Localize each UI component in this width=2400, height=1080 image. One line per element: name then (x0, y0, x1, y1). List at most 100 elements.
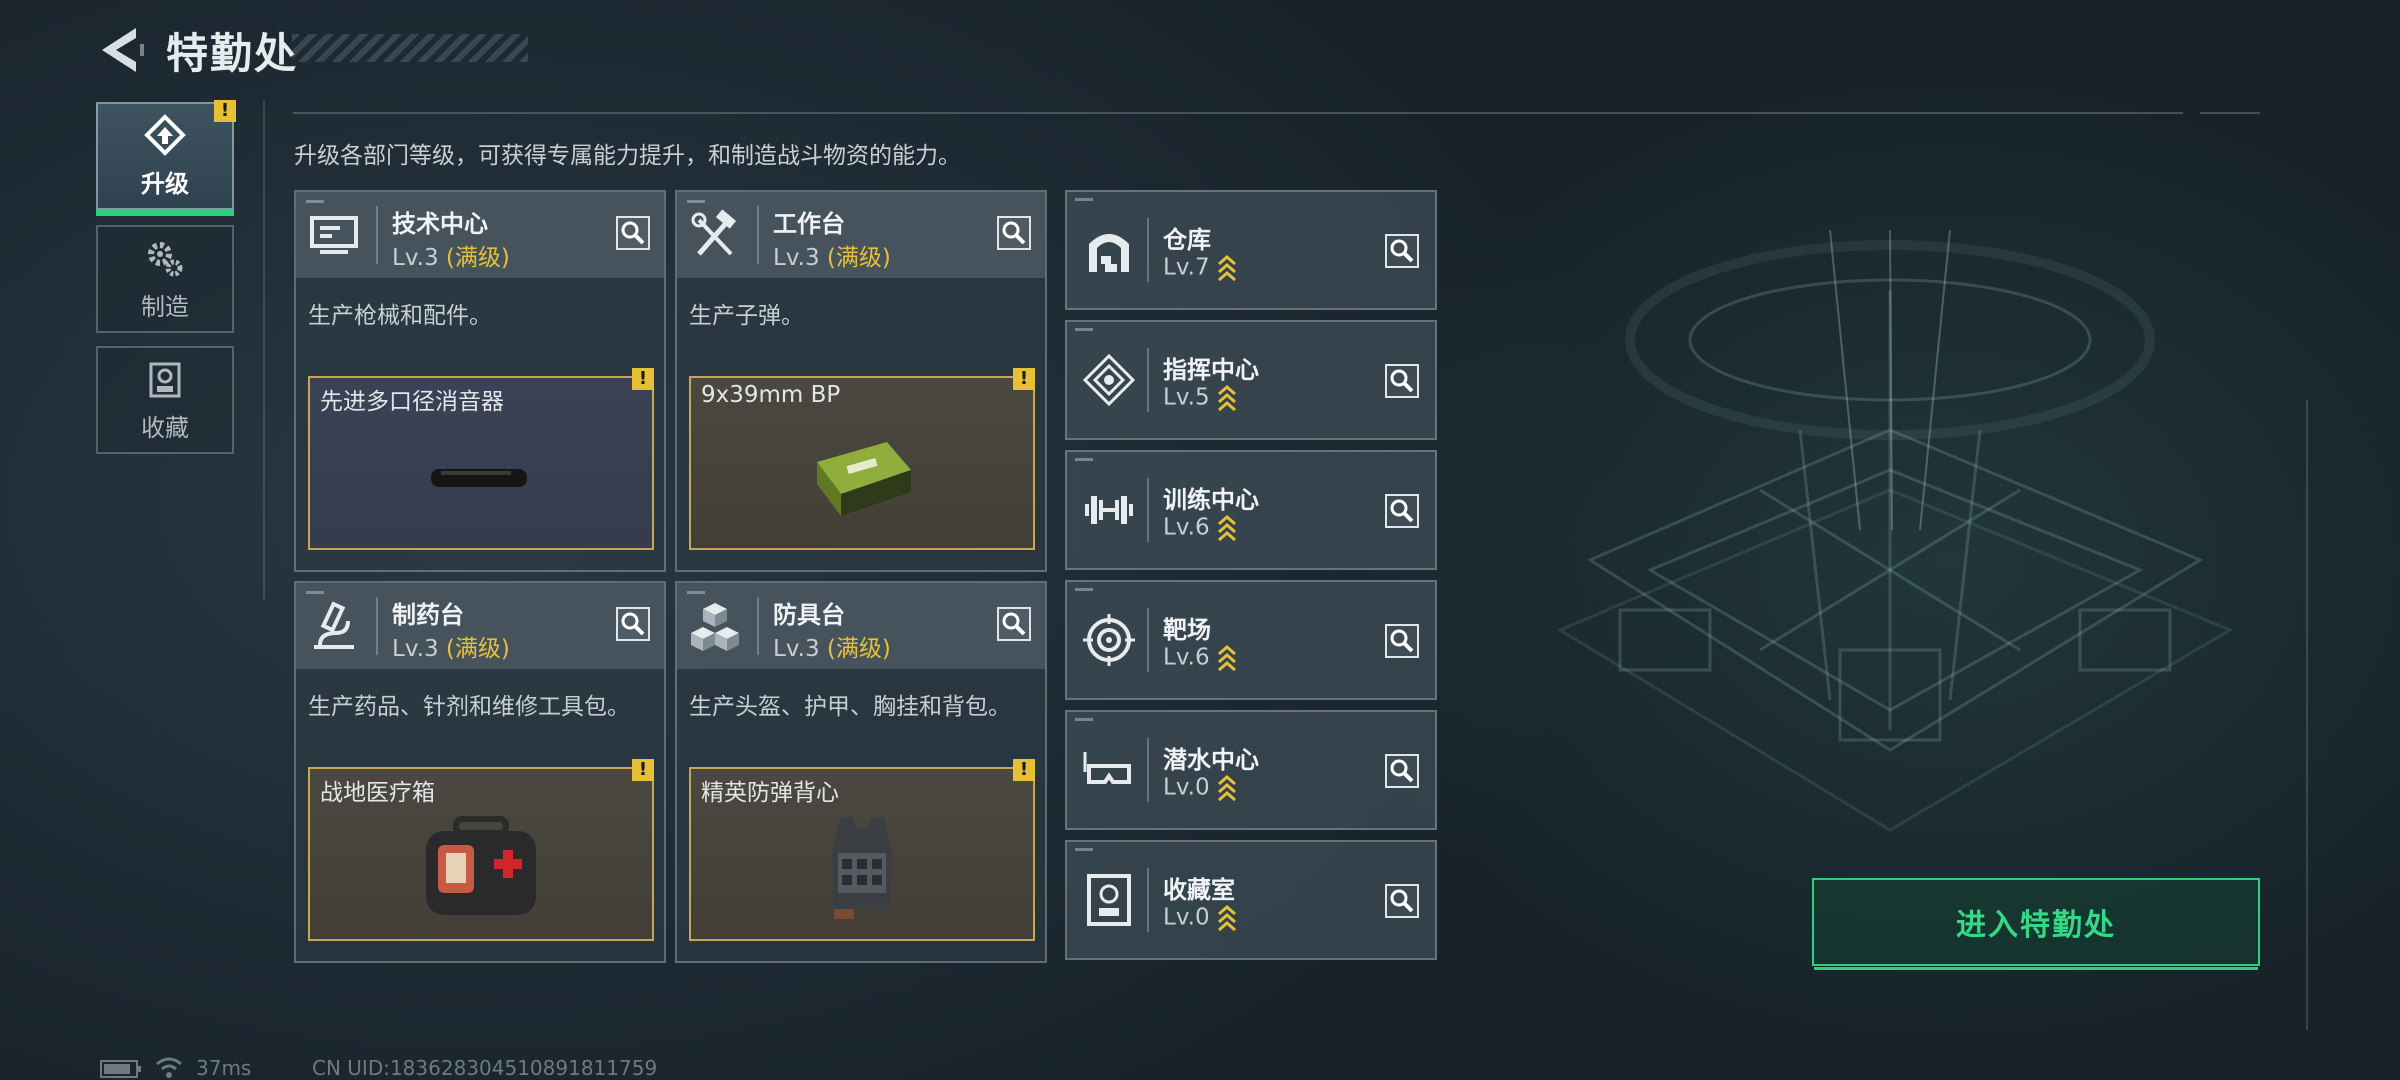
search-icon (1390, 239, 1414, 263)
rank-chevron-icon (1217, 515, 1236, 542)
trophy-icon (149, 362, 181, 397)
rank-chevron-icon (1217, 775, 1236, 802)
facility-name: 靶场 (1163, 616, 1211, 644)
facility-level: Lv.6 (1163, 644, 1238, 672)
search-icon (621, 221, 645, 245)
alert-badge: ! (632, 368, 654, 390)
warehouse-icon (1089, 234, 1129, 272)
gears-icon (148, 241, 183, 276)
ping-readout: 37ms (196, 1056, 252, 1080)
alert-badge: ! (1013, 368, 1035, 390)
microscope-icon (314, 601, 354, 649)
search-button[interactable] (616, 216, 650, 250)
tab-upgrade-label: 升级 (141, 169, 189, 198)
page-description: 升级各部门等级，可获得专属能力提升，和制造战斗物资的能力。 (294, 143, 961, 169)
product-slot[interactable]: 战地医疗箱 ! (308, 759, 654, 941)
facility-name: 仓库 (1163, 226, 1211, 254)
alert-badge: ! (632, 759, 654, 781)
enter-facility-button[interactable]: 进入特勤处 (1812, 878, 2260, 970)
cubes-icon (691, 603, 739, 651)
card-description: 生产头盔、护甲、胸挂和背包。 (689, 694, 1011, 720)
card-header: 工作台 Lv.3 (满级) (677, 192, 1045, 278)
facility-diving-center[interactable]: 潜水中心 Lv.0 (1065, 710, 1437, 830)
card-level: Lv.3 (满级) (773, 245, 891, 271)
search-icon (1002, 221, 1026, 245)
tab-craft-label: 制造 (141, 292, 189, 321)
battery-icon (100, 1060, 141, 1078)
facility-level: Lv.0 (1163, 904, 1238, 932)
facility-card-tech-center[interactable]: 技术中心 Lv.3 (满级) 生产枪械和配件。 先进多口径消音器 ! (294, 190, 666, 572)
wifi-icon (156, 1057, 182, 1078)
header-divider-end (2200, 112, 2260, 114)
search-icon (1002, 612, 1026, 636)
product-slot[interactable]: 精英防弹背心 ! (689, 759, 1035, 941)
search-button[interactable] (1385, 494, 1419, 528)
search-button[interactable] (1385, 364, 1419, 398)
search-icon (1390, 369, 1414, 393)
facility-name: 训练中心 (1163, 486, 1259, 514)
title-decoration (292, 34, 528, 62)
facility-collection-room[interactable]: 收藏室 Lv.0 (1065, 840, 1437, 960)
command-emblem-icon (1082, 353, 1136, 407)
card-header: 技术中心 Lv.3 (满级) (296, 192, 664, 278)
card-title: 防具台 (773, 601, 845, 629)
facility-card-workbench[interactable]: 工作台 Lv.3 (满级) 生产子弹。 9x39mm BP ! (675, 190, 1047, 572)
facility-card-pharmacy[interactable]: 制药台 Lv.3 (满级) 生产药品、针剂和维修工具包。 战地医疗箱 ! (294, 581, 666, 963)
base-hologram (1556, 230, 2234, 832)
facility-training-center[interactable]: 训练中心 Lv.6 (1065, 450, 1437, 570)
search-icon (621, 612, 645, 636)
tab-collection-label: 收藏 (141, 413, 189, 442)
facility-name: 潜水中心 (1163, 746, 1259, 774)
search-icon (1390, 889, 1414, 913)
tab-craft[interactable]: 制造 (96, 225, 234, 333)
card-title: 制药台 (392, 601, 464, 629)
card-description: 生产药品、针剂和维修工具包。 (308, 694, 630, 720)
tab-collection[interactable]: 收藏 (96, 346, 234, 454)
nav-divider (263, 100, 265, 600)
product-slot[interactable]: 先进多口径消音器 ! (308, 368, 654, 550)
card-title: 工作台 (773, 210, 845, 238)
tab-upgrade[interactable]: 升级 ! (96, 100, 236, 216)
card-header: 防具台 Lv.3 (满级) (677, 583, 1045, 669)
product-name: 先进多口径消音器 (320, 389, 504, 415)
card-level: Lv.3 (满级) (392, 636, 510, 662)
search-button[interactable] (616, 607, 650, 641)
card-title: 技术中心 (392, 210, 488, 238)
search-icon (1390, 499, 1414, 523)
search-button[interactable] (1385, 234, 1419, 268)
page-title: 特勤处 (166, 29, 299, 78)
product-name: 9x39mm BP (701, 382, 841, 408)
facility-command-center[interactable]: 指挥中心 Lv.5 (1065, 320, 1437, 440)
search-button[interactable] (1385, 884, 1419, 918)
search-button[interactable] (997, 216, 1031, 250)
card-description: 生产枪械和配件。 (308, 303, 492, 329)
search-button[interactable] (1385, 624, 1419, 658)
rank-chevron-icon (1217, 385, 1236, 412)
vest-image (832, 816, 892, 919)
search-button[interactable] (997, 607, 1031, 641)
search-icon (1390, 759, 1414, 783)
rank-chevron-icon (1217, 645, 1236, 672)
facility-card-armor-bench[interactable]: 防具台 Lv.3 (满级) 生产头盔、护甲、胸挂和背包。 精英防弹背心 ! (675, 581, 1047, 963)
suppressor-image (431, 468, 527, 487)
product-name: 战地医疗箱 (320, 780, 435, 806)
header-divider (293, 112, 2183, 114)
facility-name: 指挥中心 (1163, 356, 1259, 384)
search-button[interactable] (1385, 754, 1419, 788)
uid-label: CN UID:183628304510891811759 (312, 1056, 658, 1080)
diving-mask-icon (1083, 752, 1131, 784)
product-slot[interactable]: 9x39mm BP ! (689, 368, 1035, 550)
card-level: Lv.3 (满级) (392, 245, 510, 271)
collection-icon (1087, 874, 1131, 926)
facility-shooting-range[interactable]: 靶场 Lv.6 (1065, 580, 1437, 700)
dumbbell-icon (1085, 496, 1133, 524)
facility-level: Lv.5 (1163, 384, 1238, 412)
back-arrow-icon[interactable] (96, 24, 148, 76)
card-level: Lv.3 (满级) (773, 636, 891, 662)
facility-warehouse[interactable]: 仓库 Lv.7 (1065, 190, 1437, 310)
facility-level: Lv.0 (1163, 774, 1238, 802)
monitor-icon (310, 216, 358, 254)
rank-chevron-icon (1217, 905, 1236, 932)
card-header: 制药台 Lv.3 (满级) (296, 583, 664, 669)
maxed-tag: (满级) (445, 245, 510, 271)
